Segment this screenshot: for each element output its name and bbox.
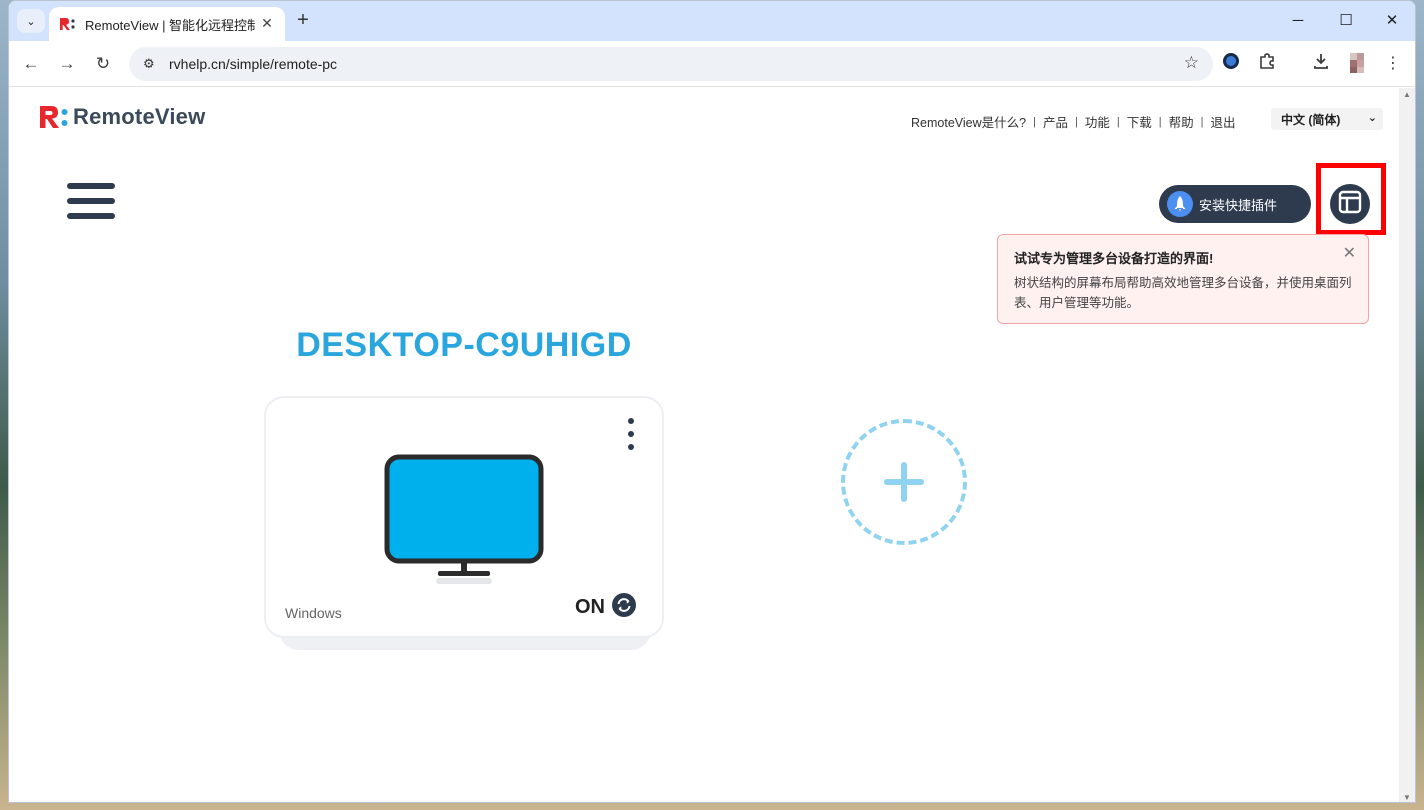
plus-icon xyxy=(884,462,924,502)
close-icon[interactable]: ✕ xyxy=(1343,243,1356,263)
layout-icon xyxy=(1338,190,1362,219)
os-label: Windows xyxy=(285,605,342,621)
nav-separator: | xyxy=(1200,115,1204,128)
profile-avatar[interactable] xyxy=(1345,52,1369,76)
browser-menu-icon[interactable]: ⋮ xyxy=(1381,52,1405,76)
tooltip-title: 试试专为管理多台设备打造的界面! xyxy=(1014,251,1214,266)
tab-strip: ⌄ RemoteView | 智能化远程控制 ✕ + ─ ☐ ✕ xyxy=(9,1,1415,41)
install-plugin-label: 安装快捷插件 xyxy=(1199,197,1278,213)
browser-toolbar: ← → ↻ ⚙ rvhelp.cn/simple/remote-pc ☆ ⋮ xyxy=(9,41,1415,87)
new-tab-button[interactable]: + xyxy=(291,9,315,33)
language-select[interactable]: 中文 (简体) ⌄ xyxy=(1271,108,1383,130)
menu-bar xyxy=(67,183,115,189)
nav-products[interactable]: 产品 xyxy=(1043,112,1068,131)
language-value: 中文 (简体) xyxy=(1281,112,1341,127)
monitor-icon xyxy=(384,454,544,595)
scroll-up-icon[interactable]: ▲ xyxy=(1403,90,1411,99)
extensions-puzzle-icon[interactable] xyxy=(1255,52,1279,76)
logo-mark-icon xyxy=(39,104,69,130)
nav-help[interactable]: 帮助 xyxy=(1169,112,1194,131)
downloads-icon[interactable] xyxy=(1309,52,1333,76)
nav-features[interactable]: 功能 xyxy=(1085,112,1110,131)
extension-globe-icon[interactable] xyxy=(1219,52,1243,76)
multi-device-tooltip: 试试专为管理多台设备打造的界面! 树状结构的屏幕布局帮助高效地管理多台设备，并使… xyxy=(997,234,1369,324)
site-settings-icon[interactable]: ⚙ xyxy=(143,56,161,72)
nav-separator: | xyxy=(1074,115,1078,128)
scroll-down-icon[interactable]: ▼ xyxy=(1403,793,1411,802)
tab-remoteview[interactable]: RemoteView | 智能化远程控制 ✕ xyxy=(49,7,285,41)
refresh-icon[interactable] xyxy=(611,592,637,623)
device-card[interactable]: Windows ON xyxy=(264,396,664,638)
top-navigation: RemoteView是什么? | 产品 | 功能 | 下载 | 帮助 | 退出 xyxy=(911,112,1235,131)
nav-logout[interactable]: 退出 xyxy=(1210,112,1235,131)
bookmark-star-icon[interactable]: ☆ xyxy=(1184,53,1199,73)
add-device-button[interactable] xyxy=(841,419,967,545)
menu-bar xyxy=(67,198,115,204)
logo-text: RemoteView xyxy=(73,104,206,129)
nav-separator: | xyxy=(1158,115,1162,128)
chevron-down-icon: ⌄ xyxy=(1367,112,1377,124)
more-options-icon[interactable] xyxy=(624,418,638,456)
status-text: ON xyxy=(575,596,605,618)
install-plugin-button[interactable]: 安装快捷插件 xyxy=(1159,185,1311,223)
menu-bar xyxy=(67,213,115,219)
back-icon[interactable]: ← xyxy=(19,52,43,76)
address-bar[interactable]: ⚙ rvhelp.cn/simple/remote-pc ☆ xyxy=(129,47,1213,81)
nav-separator: | xyxy=(1033,115,1036,128)
device-name: DESKTOP-C9UHIGD xyxy=(296,326,632,364)
rocket-icon xyxy=(1167,191,1193,217)
tooltip-body: 树状结构的屏幕布局帮助高效地管理多台设备，并使用桌面列表、用户管理等功能。 xyxy=(1014,276,1352,310)
url-text[interactable]: rvhelp.cn/simple/remote-pc xyxy=(169,56,337,72)
chevron-down-icon: ⌄ xyxy=(26,15,36,28)
remoteview-logo[interactable]: RemoteView xyxy=(39,104,205,130)
vertical-scrollbar[interactable]: ▲ ▼ xyxy=(1399,88,1415,802)
maximize-button[interactable]: ☐ xyxy=(1323,9,1369,33)
remoteview-favicon xyxy=(59,17,77,31)
reload-icon[interactable]: ↻ xyxy=(91,52,115,76)
minimize-button[interactable]: ─ xyxy=(1275,9,1321,33)
nav-what-is[interactable]: RemoteView是什么? xyxy=(911,112,1026,131)
browser-window: ⌄ RemoteView | 智能化远程控制 ✕ + ─ ☐ ✕ ← → ↻ ⚙… xyxy=(8,0,1416,803)
forward-icon[interactable]: → xyxy=(55,52,79,76)
multi-device-layout-button[interactable] xyxy=(1330,184,1370,224)
tab-close-icon[interactable]: ✕ xyxy=(259,15,275,32)
tab-search-button[interactable]: ⌄ xyxy=(17,9,45,33)
close-window-button[interactable]: ✕ xyxy=(1369,9,1415,33)
nav-separator: | xyxy=(1116,115,1120,128)
page-content: RemoteView RemoteView是什么? | 产品 | 功能 | 下载 | 帮… xyxy=(9,88,1399,802)
hamburger-menu-button[interactable] xyxy=(67,183,115,223)
device-status: ON xyxy=(575,592,637,623)
tab-title: RemoteView | 智能化远程控制 xyxy=(85,17,255,33)
nav-download[interactable]: 下载 xyxy=(1127,112,1152,131)
